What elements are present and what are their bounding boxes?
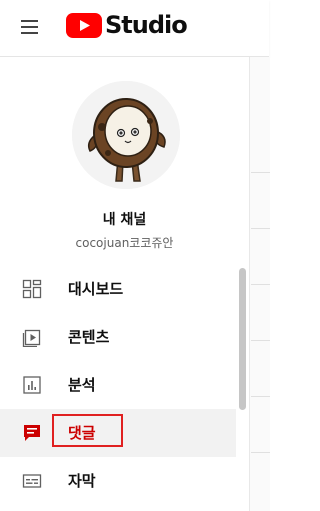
sidebar-scrollbar[interactable] — [239, 268, 246, 410]
youtube-play-icon — [66, 12, 102, 38]
highlight-annotation-box — [52, 414, 123, 447]
subtitles-icon — [22, 474, 42, 488]
nav-label-subtitles: 자막 — [68, 472, 96, 490]
channel-avatar[interactable] — [72, 81, 180, 189]
content-icon — [22, 329, 41, 347]
nav-item-analytics[interactable]: 분석 — [0, 361, 236, 409]
channel-handle: cocojuan코코쥬안 — [75, 236, 174, 250]
logo-text: Studio — [105, 11, 188, 39]
nav-label-content: 콘텐츠 — [68, 328, 110, 346]
channel-name: 내 채널 — [102, 212, 147, 228]
hamburger-menu-icon[interactable] — [16, 14, 42, 40]
youtube-studio-logo[interactable]: Studio — [66, 10, 188, 40]
nav-label-analytics: 분석 — [68, 376, 96, 394]
comments-icon — [24, 425, 40, 441]
dashboard-icon — [22, 279, 42, 299]
nav-item-dashboard[interactable]: 대시보드 — [0, 265, 236, 313]
analytics-icon — [23, 376, 41, 394]
nav-item-comments[interactable]: 댓글 — [0, 409, 236, 457]
nav-label-dashboard: 대시보드 — [68, 280, 124, 298]
cookie-character-avatar — [72, 81, 180, 189]
sidebar: 내 채널 cocojuan코코쥬안 대시보드 콘텐츠 분석 댓글 자막 — [0, 57, 249, 511]
top-bar: Studio — [0, 0, 269, 57]
nav-item-content[interactable]: 콘텐츠 — [0, 313, 236, 361]
main-content-edge — [249, 57, 270, 511]
nav-item-subtitles[interactable]: 자막 — [0, 457, 236, 505]
